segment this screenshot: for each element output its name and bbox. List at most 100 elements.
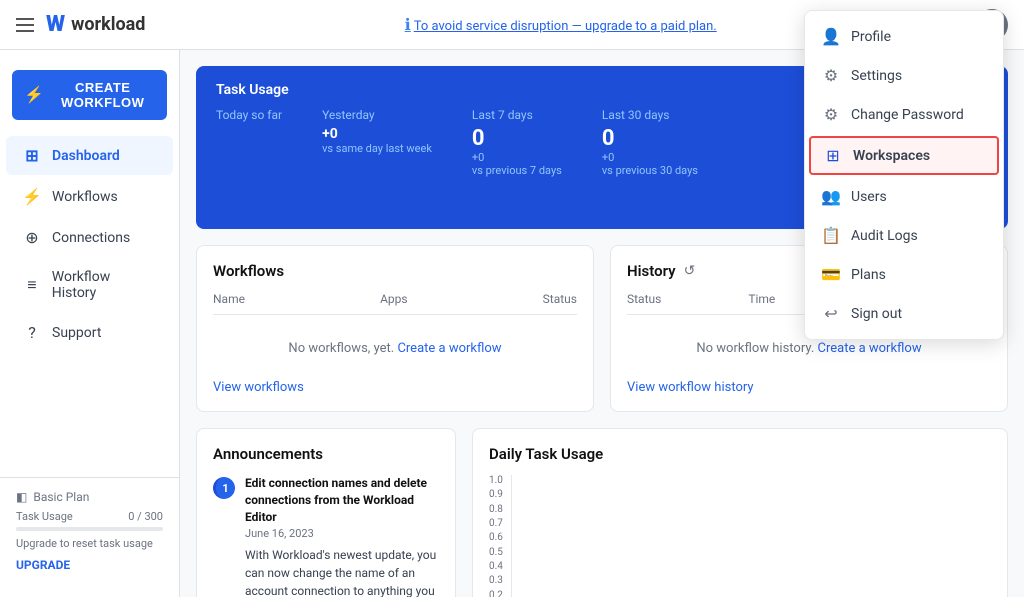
sidebar-item-label: Workflow History bbox=[52, 269, 157, 301]
task-usage-label: Task Usage bbox=[16, 510, 73, 523]
workflows-create-link[interactable]: Create a workflow bbox=[397, 341, 501, 356]
workspaces-icon: ⊞ bbox=[823, 146, 843, 165]
daily-chart: Daily Task Usage 1.0 0.9 0.8 0.7 0.6 0.5… bbox=[472, 428, 1008, 597]
announcement-item: 1 Edit connection names and delete conne… bbox=[213, 475, 439, 597]
dropdown-label-workspaces: Workspaces bbox=[853, 148, 930, 164]
workflows-col-status: Status bbox=[543, 292, 577, 306]
y-label-07: 0.7 bbox=[489, 518, 503, 529]
workflows-empty-text: No workflows, yet. bbox=[288, 341, 397, 356]
dropdown-label-plans: Plans bbox=[851, 267, 886, 283]
sign-out-icon: ↩ bbox=[821, 304, 841, 323]
change-password-icon: ⚙ bbox=[821, 105, 841, 124]
announcement-date: June 16, 2023 bbox=[245, 527, 439, 540]
task-stat-yesterday: Yesterday +0 vs same day last week bbox=[322, 108, 432, 177]
announcements-title: Announcements bbox=[213, 445, 439, 463]
history-card-title: History bbox=[627, 262, 676, 280]
plan-icon: ◧ bbox=[16, 490, 27, 504]
dropdown-label-users: Users bbox=[851, 189, 887, 205]
logo-text: workload bbox=[71, 14, 145, 35]
dropdown-label-profile: Profile bbox=[851, 29, 891, 45]
announcement-num: 1 bbox=[213, 477, 235, 499]
sidebar: ⚡ CREATE WORKFLOW ⊞ Dashboard ⚡ Workflow… bbox=[0, 50, 180, 597]
task-stat-30days: Last 30 days 0 +0 vs previous 30 days bbox=[602, 108, 698, 177]
plan-name: Basic Plan bbox=[33, 490, 89, 504]
banner-text[interactable]: To avoid service disruption — upgrade to… bbox=[414, 19, 717, 34]
dropdown-item-sign-out[interactable]: ↩ Sign out bbox=[805, 294, 1003, 333]
view-history-link[interactable]: View workflow history bbox=[627, 380, 754, 395]
workflows-card-title: Workflows bbox=[213, 262, 577, 280]
dropdown-label-settings: Settings bbox=[851, 68, 902, 84]
announcement-body: With Workload's newest update, you can n… bbox=[245, 546, 439, 597]
task-banner-title: Task Usage bbox=[216, 82, 698, 98]
workflows-empty: No workflows, yet. Create a workflow bbox=[213, 325, 577, 372]
sidebar-item-dashboard[interactable]: ⊞ Dashboard bbox=[6, 136, 173, 175]
info-icon: ℹ bbox=[405, 15, 411, 34]
sidebar-item-label: Connections bbox=[52, 230, 130, 246]
dropdown-item-plans[interactable]: 💳 Plans bbox=[805, 255, 1003, 294]
task-stat-today: Today so far bbox=[216, 108, 282, 177]
y-label-06: 0.6 bbox=[489, 532, 503, 543]
sidebar-item-label: Support bbox=[52, 325, 101, 341]
yesterday-sub: vs same day last week bbox=[322, 142, 432, 155]
create-workflow-button[interactable]: ⚡ CREATE WORKFLOW bbox=[12, 70, 167, 120]
sidebar-item-workflows[interactable]: ⚡ Workflows bbox=[6, 177, 173, 216]
bolt-icon: ⚡ bbox=[24, 85, 44, 105]
create-btn-label: CREATE WORKFLOW bbox=[50, 80, 155, 110]
dropdown-label-audit-logs: Audit Logs bbox=[851, 228, 918, 244]
last30-sub: vs previous 30 days bbox=[602, 164, 698, 177]
history-empty-text: No workflow history. bbox=[696, 341, 817, 356]
dropdown-label-change-password: Change Password bbox=[851, 107, 964, 123]
y-label-03: 0.3 bbox=[489, 575, 503, 586]
today-label: Today so far bbox=[216, 108, 282, 122]
y-label-05: 0.5 bbox=[489, 547, 503, 558]
announcements-card: Announcements 1 Edit connection names an… bbox=[196, 428, 456, 597]
y-label-09: 0.9 bbox=[489, 489, 503, 500]
dropdown-item-profile[interactable]: 👤 Profile bbox=[805, 17, 1003, 56]
dropdown-item-users[interactable]: 👥 Users bbox=[805, 177, 1003, 216]
logo-w: W bbox=[46, 12, 65, 37]
last30-value: 0 bbox=[602, 126, 698, 151]
dropdown-item-settings[interactable]: ⚙ Settings bbox=[805, 56, 1003, 95]
dropdown-item-audit-logs[interactable]: 📋 Audit Logs bbox=[805, 216, 1003, 255]
sidebar-item-label: Workflows bbox=[52, 189, 118, 205]
dashboard-icon: ⊞ bbox=[22, 146, 42, 165]
last7-delta: +0 bbox=[472, 151, 562, 164]
history-icon: ≡ bbox=[22, 275, 42, 295]
settings-icon: ⚙ bbox=[821, 66, 841, 85]
upgrade-text: Upgrade to reset task usage bbox=[16, 537, 163, 550]
task-progress-bar bbox=[16, 527, 163, 531]
sidebar-item-label: Dashboard bbox=[52, 148, 120, 164]
profile-icon: 👤 bbox=[821, 27, 841, 46]
sidebar-item-connections[interactable]: ⊕ Connections bbox=[6, 218, 173, 257]
daily-chart-title: Daily Task Usage bbox=[489, 445, 991, 463]
history-col-status: Status bbox=[627, 292, 748, 306]
view-workflows-link[interactable]: View workflows bbox=[213, 380, 304, 395]
dropdown-item-workspaces[interactable]: ⊞ Workspaces bbox=[809, 136, 999, 175]
y-label-10: 1.0 bbox=[489, 475, 503, 486]
last7-label: Last 7 days bbox=[472, 108, 562, 122]
upgrade-link[interactable]: UPGRADE bbox=[16, 558, 70, 572]
refresh-icon[interactable]: ↺ bbox=[684, 263, 696, 279]
logo: W workload bbox=[46, 12, 145, 37]
y-label-04: 0.4 bbox=[489, 561, 503, 572]
y-label-08: 0.8 bbox=[489, 504, 503, 515]
sidebar-item-workflow-history[interactable]: ≡ Workflow History bbox=[6, 259, 173, 311]
dropdown-label-sign-out: Sign out bbox=[851, 306, 902, 322]
yesterday-delta: +0 bbox=[322, 126, 432, 142]
plans-icon: 💳 bbox=[821, 265, 841, 284]
announcement-title: Edit connection names and delete connect… bbox=[245, 475, 439, 525]
workflows-card: Workflows Name Apps Status No workflows,… bbox=[196, 245, 594, 412]
last30-label: Last 30 days bbox=[602, 108, 698, 122]
hamburger-icon[interactable] bbox=[16, 18, 34, 32]
workflows-icon: ⚡ bbox=[22, 187, 42, 206]
plan-label: ◧ Basic Plan bbox=[16, 490, 163, 504]
task-usage-value: 0 / 300 bbox=[128, 510, 163, 523]
history-create-link[interactable]: Create a workflow bbox=[817, 341, 921, 356]
sidebar-item-support[interactable]: ? Support bbox=[6, 313, 173, 352]
connections-icon: ⊕ bbox=[22, 228, 42, 247]
last7-value: 0 bbox=[472, 126, 562, 151]
users-icon: 👥 bbox=[821, 187, 841, 206]
support-icon: ? bbox=[22, 323, 42, 342]
yesterday-label: Yesterday bbox=[322, 108, 432, 122]
dropdown-item-change-password[interactable]: ⚙ Change Password bbox=[805, 95, 1003, 134]
